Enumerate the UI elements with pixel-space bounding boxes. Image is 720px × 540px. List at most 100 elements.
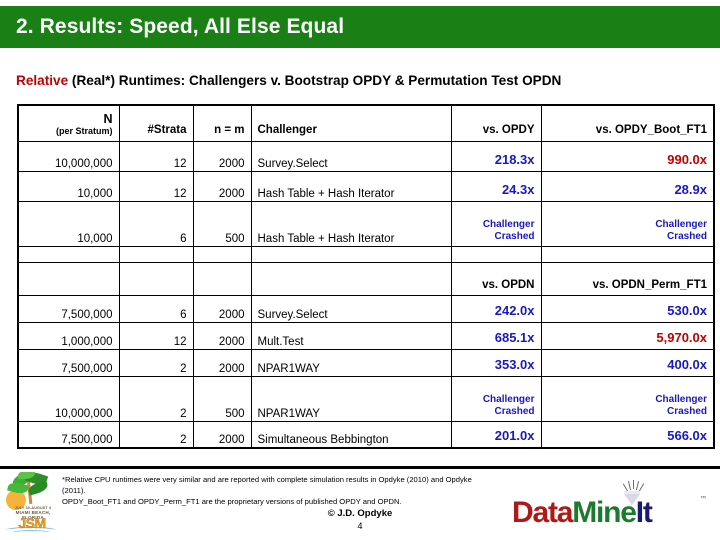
wave-shape <box>12 530 50 534</box>
cell-nm: 2000 <box>192 170 252 202</box>
cell-vs-opdn: 353.0x <box>450 348 542 377</box>
cell-challenger: Survey.Select <box>250 294 452 323</box>
cell-n: 1,000,000 <box>17 321 120 350</box>
table-spacer-row <box>17 245 715 263</box>
table-row: 10,000,000 12 2000 Survey.Select 218.3x … <box>17 140 715 172</box>
subtitle-highlight: Relative <box>16 73 69 88</box>
cell-vs-opdy: 218.3x <box>450 140 542 172</box>
cell-vs-opdn-perm: 566.0x <box>540 420 715 449</box>
section-empty-cell <box>118 261 194 296</box>
cell-challenger: Simultaneous Bebbington <box>250 420 452 449</box>
logo-part-m: M <box>572 496 597 529</box>
table-row: 7,500,000 6 2000 Survey.Select 242.0x 53… <box>17 294 715 323</box>
cell-challenger: NPAR1WAY <box>250 348 452 377</box>
crashed-line-1: Challenger <box>655 218 707 230</box>
cell-vs-opdy-boot: 28.9x <box>540 170 715 202</box>
cell-vs-opdy-crashed: Challenger Crashed <box>450 200 542 247</box>
logo-part-ata: ata <box>532 496 573 529</box>
crashed-line-2: Crashed <box>494 230 535 242</box>
cell-vs-opdn-perm-crashed: Challenger Crashed <box>540 375 715 422</box>
cell-n: 10,000,000 <box>17 140 120 172</box>
spacer-cell <box>540 245 715 263</box>
cell-strata: 2 <box>118 420 194 449</box>
cell-nm: 500 <box>192 375 252 422</box>
table-row: 10,000,000 2 500 NPAR1WAY Challenger Cra… <box>17 375 715 422</box>
crashed-line-2: Crashed <box>494 405 535 417</box>
cell-n: 10,000 <box>17 170 120 202</box>
footnote-line-1: *Relative CPU runtimes were very similar… <box>62 475 472 495</box>
cell-nm: 2000 <box>192 420 252 449</box>
sparkle-ray-shape <box>633 480 635 489</box>
section-empty-cell <box>192 261 252 296</box>
table-row: 1,000,000 12 2000 Mult.Test 685.1x 5,970… <box>17 321 715 350</box>
section-empty-cell <box>250 261 452 296</box>
cell-n: 7,500,000 <box>17 348 120 377</box>
header-n: N (per Stratum) <box>17 104 120 142</box>
cell-challenger: NPAR1WAY <box>250 375 452 422</box>
crashed-line-1: Challenger <box>482 218 535 230</box>
header-vs-opdy-boot: vs. OPDY_Boot_FT1 <box>540 104 715 142</box>
cell-vs-opdn-perm: 400.0x <box>540 348 715 377</box>
subtitle-rest: (Real*) Runtimes: Challengers v. Bootstr… <box>68 73 562 88</box>
table-row: 10,000 6 500 Hash Table + Hash Iterator … <box>17 200 715 247</box>
cell-vs-opdy-boot-crashed: Challenger Crashed <box>540 200 715 247</box>
cell-strata: 6 <box>118 294 194 323</box>
logo-part-d: D <box>512 496 534 529</box>
cell-challenger: Mult.Test <box>250 321 452 350</box>
cell-vs-opdn-perm: 530.0x <box>540 294 715 323</box>
cell-strata: 12 <box>118 140 194 172</box>
cell-vs-opdn: 242.0x <box>450 294 542 323</box>
cell-challenger: Hash Table + Hash Iterator <box>250 170 452 202</box>
cell-n: 10,000,000 <box>17 375 120 422</box>
spacer-cell <box>118 245 194 263</box>
title-banner: 2. Results: Speed, All Else Equal <box>0 6 720 48</box>
table-row: 7,500,000 2 2000 Simultaneous Bebbington… <box>17 420 715 449</box>
cell-n: 7,500,000 <box>17 294 120 323</box>
cell-vs-opdn-perm: 5,970.0x <box>540 321 715 350</box>
cell-strata: 12 <box>118 170 194 202</box>
table-row: 7,500,000 2 2000 NPAR1WAY 353.0x 400.0x <box>17 348 715 377</box>
page-title: 2. Results: Speed, All Else Equal <box>16 15 345 38</box>
crashed-line-1: Challenger <box>482 393 535 405</box>
spacer-cell <box>192 245 252 263</box>
footnote-line-2: OPDY_Boot_FT1 and OPDY_Perm_FT1 are the … <box>62 497 402 506</box>
header-vs-opdn-perm: vs. OPDN_Perm_FT1 <box>540 261 715 296</box>
spacer-cell <box>17 245 120 263</box>
trademark-symbol: ™ <box>700 496 706 502</box>
jsm-2011-logo-icon: JULY 30-AUGUST 4 MIAMI BEACH, FLORIDA JS… <box>2 472 62 534</box>
cell-nm: 500 <box>192 200 252 247</box>
cell-challenger: Survey.Select <box>250 140 452 172</box>
header-vs-opdy: vs. OPDY <box>450 104 542 142</box>
results-table: N (per Stratum) #Strata n = m Challenger… <box>17 104 715 449</box>
cell-strata: 6 <box>118 200 194 247</box>
subtitle: Relative (Real*) Runtimes: Challengers v… <box>16 73 716 88</box>
spacer-cell <box>250 245 452 263</box>
cell-vs-opdn-crashed: Challenger Crashed <box>450 375 542 422</box>
cell-vs-opdy-boot: 990.0x <box>540 140 715 172</box>
table-header-row: N (per Stratum) #Strata n = m Challenger… <box>17 104 715 142</box>
header-n-main: N <box>103 112 113 127</box>
cell-n: 7,500,000 <box>17 420 120 449</box>
cell-nm: 2000 <box>192 140 252 172</box>
footer-divider <box>0 466 720 469</box>
logo-part-ine: ine <box>596 496 637 529</box>
slide-root: 2. Results: Speed, All Else Equal Relati… <box>0 0 720 540</box>
crashed-line-1: Challenger <box>655 393 707 405</box>
section-empty-cell <box>17 261 120 296</box>
cell-vs-opdn: 201.0x <box>450 420 542 449</box>
palm-frond-shape <box>27 480 49 496</box>
header-n-sub: (per Stratum) <box>55 126 113 137</box>
table-row: 10,000 12 2000 Hash Table + Hash Iterato… <box>17 170 715 202</box>
cell-challenger: Hash Table + Hash Iterator <box>250 200 452 247</box>
cell-vs-opdy: 24.3x <box>450 170 542 202</box>
header-challenger: Challenger <box>250 104 452 142</box>
table-section-header-row: vs. OPDN vs. OPDN_Perm_FT1 <box>17 261 715 296</box>
cell-strata: 2 <box>118 348 194 377</box>
datamineit-wordmark: DataMineIt <box>512 496 653 530</box>
crashed-line-2: Crashed <box>666 405 707 417</box>
cell-n: 10,000 <box>17 200 120 247</box>
header-strata: #Strata <box>118 104 194 142</box>
header-vs-opdn: vs. OPDN <box>450 261 542 296</box>
crashed-line-2: Crashed <box>666 230 707 242</box>
cell-strata: 12 <box>118 321 194 350</box>
